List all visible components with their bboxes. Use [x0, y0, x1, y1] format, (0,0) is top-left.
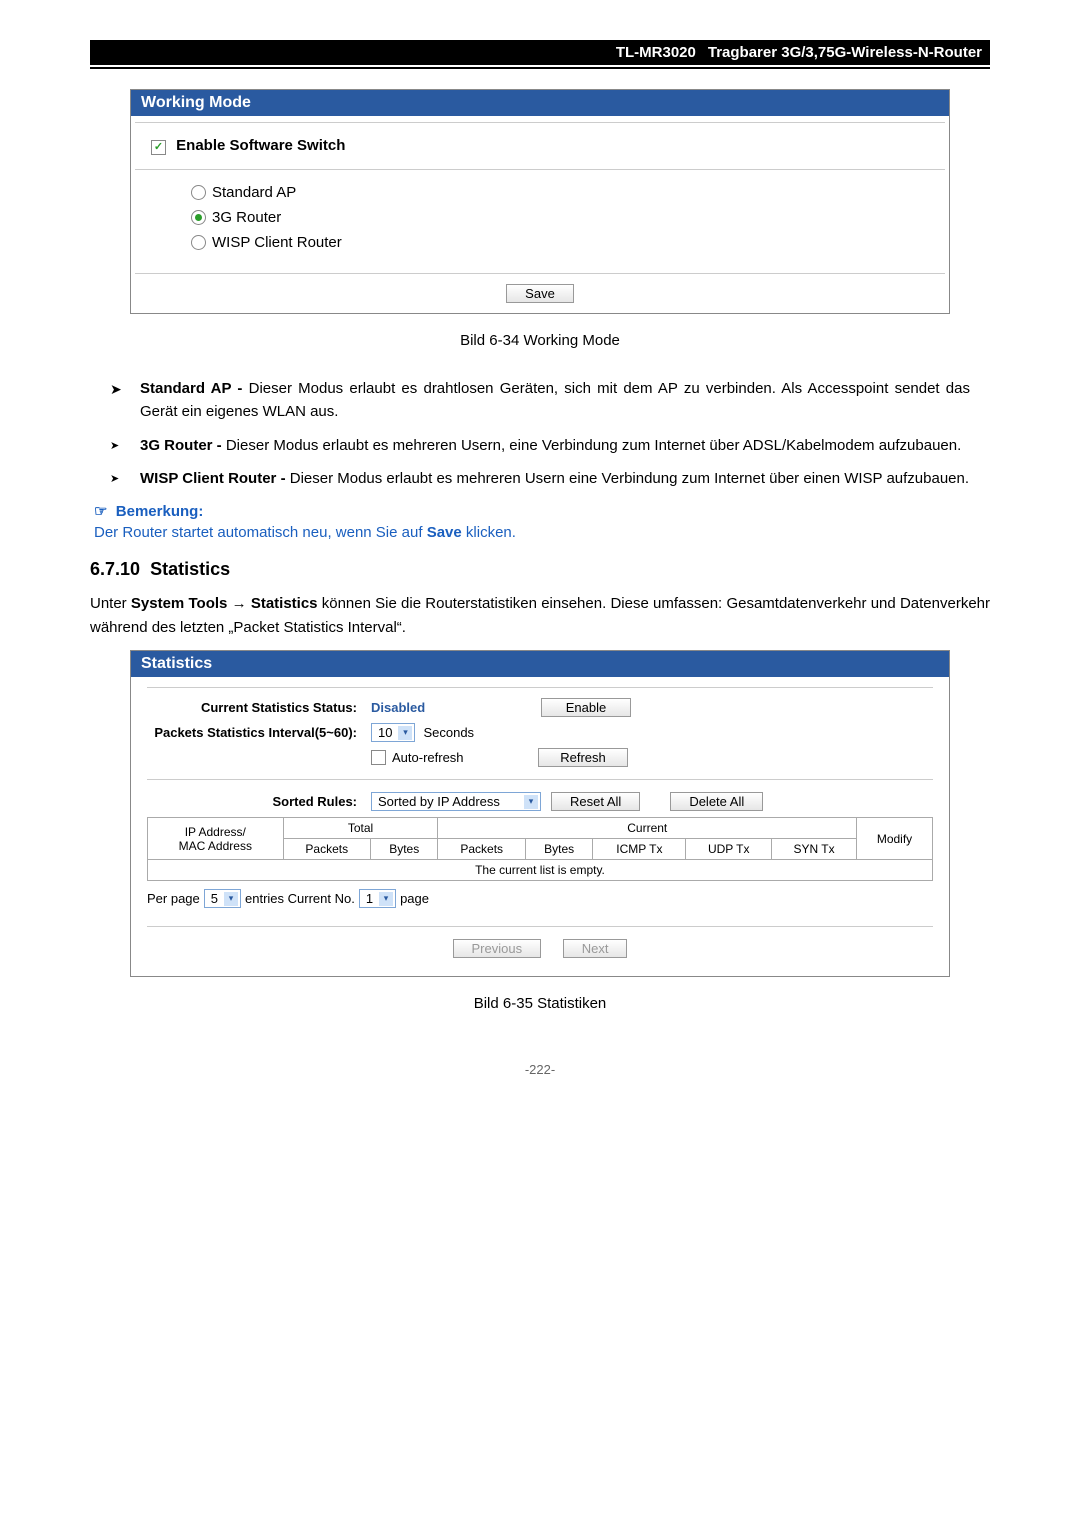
th-total-bytes: Bytes [370, 839, 438, 860]
reset-all-button[interactable]: Reset All [551, 792, 640, 811]
chevron-down-icon: ▾ [379, 892, 393, 906]
sorted-rules-select[interactable]: Sorted by IP Address▾ [371, 792, 541, 811]
th-modify: Modify [857, 818, 933, 860]
header-desc: Tragbarer 3G/3,75G-Wireless-N-Router [708, 44, 982, 61]
bullet-arrow-icon: ➤ [110, 438, 128, 457]
statistics-table: IP Address/ MAC Address Total Current Mo… [147, 817, 933, 881]
note-body: Der Router startet automatisch neu, wenn… [94, 524, 990, 541]
statistics-title: Statistics [131, 651, 949, 677]
note-header: ☞ Bemerkung: [94, 502, 990, 520]
th-cur-bytes: Bytes [525, 839, 593, 860]
bullet-3g-router: 3G Router - Dieser Modus erlaubt es mehr… [140, 434, 961, 457]
th-syn: SYN Tx [772, 839, 857, 860]
th-total: Total [283, 818, 438, 839]
entries-label: entries Current No. [245, 891, 355, 906]
refresh-button[interactable]: Refresh [538, 748, 628, 767]
interval-label: Packets Statistics Interval(5~60): [147, 725, 371, 740]
chevron-down-icon: ▾ [224, 892, 238, 906]
delete-all-button[interactable]: Delete All [670, 792, 763, 811]
auto-refresh-checkbox[interactable] [371, 750, 386, 765]
bullet-wisp-client-router: WISP Client Router - Dieser Modus erlaub… [140, 467, 969, 490]
per-page-select[interactable]: 5▾ [204, 889, 241, 908]
chevron-down-icon: ▾ [398, 726, 412, 740]
th-udp: UDP Tx [686, 839, 772, 860]
section-heading: 6.7.10 Statistics [90, 559, 990, 580]
auto-refresh-label: Auto-refresh [392, 750, 538, 765]
statistics-panel: Statistics Current Statistics Status: Di… [130, 650, 950, 977]
radio-wisp-client-router-label: WISP Client Router [212, 234, 342, 251]
interval-select[interactable]: 10▾ [371, 723, 415, 742]
statistics-caption: Bild 6-35 Statistiken [90, 995, 990, 1012]
radio-standard-ap-label: Standard AP [212, 184, 296, 201]
radio-wisp-client-router[interactable] [191, 235, 206, 250]
section-intro: Unter System Tools → Statistics können S… [90, 592, 990, 640]
save-button[interactable]: Save [506, 284, 574, 303]
per-page-label: Per page [147, 891, 200, 906]
next-button[interactable]: Next [563, 939, 628, 958]
enable-software-switch-label: Enable Software Switch [176, 137, 345, 154]
pointer-icon: ☞ [94, 503, 107, 520]
radio-3g-router[interactable] [191, 210, 206, 225]
page-label: page [400, 891, 429, 906]
radio-3g-router-label: 3G Router [212, 209, 281, 226]
pager: Per page 5▾ entries Current No. 1▾ page [147, 889, 933, 908]
working-mode-title: Working Mode [131, 90, 949, 116]
enable-software-switch-checkbox[interactable] [151, 140, 166, 155]
th-current: Current [438, 818, 857, 839]
working-mode-caption: Bild 6-34 Working Mode [90, 332, 990, 349]
th-total-packets: Packets [283, 839, 370, 860]
th-icmp: ICMP Tx [593, 839, 686, 860]
mode-descriptions: ➤ Standard AP - Dieser Modus erlaubt es … [110, 377, 970, 490]
current-status-label: Current Statistics Status: [147, 700, 371, 715]
page-number: -222- [90, 1062, 990, 1077]
enable-button[interactable]: Enable [541, 698, 631, 717]
working-mode-panel: Working Mode Enable Software Switch Stan… [130, 89, 950, 314]
bullet-arrow-icon: ➤ [110, 471, 128, 490]
sorted-rules-label: Sorted Rules: [147, 794, 371, 809]
th-ip: IP Address/ MAC Address [148, 818, 284, 860]
radio-standard-ap[interactable] [191, 185, 206, 200]
page-header: TL-MR3020 Tragbarer 3G/3,75G-Wireless-N-… [90, 40, 990, 69]
empty-row: The current list is empty. [148, 860, 933, 881]
current-status-value: Disabled [371, 700, 541, 715]
th-cur-packets: Packets [438, 839, 525, 860]
bullet-standard-ap: Standard AP - Dieser Modus erlaubt es dr… [140, 377, 970, 424]
chevron-down-icon: ▾ [524, 795, 538, 809]
current-no-select[interactable]: 1▾ [359, 889, 396, 908]
seconds-label: Seconds [423, 725, 474, 740]
bullet-arrow-icon: ➤ [110, 379, 128, 424]
previous-button[interactable]: Previous [453, 939, 542, 958]
header-model: TL-MR3020 [616, 44, 696, 61]
